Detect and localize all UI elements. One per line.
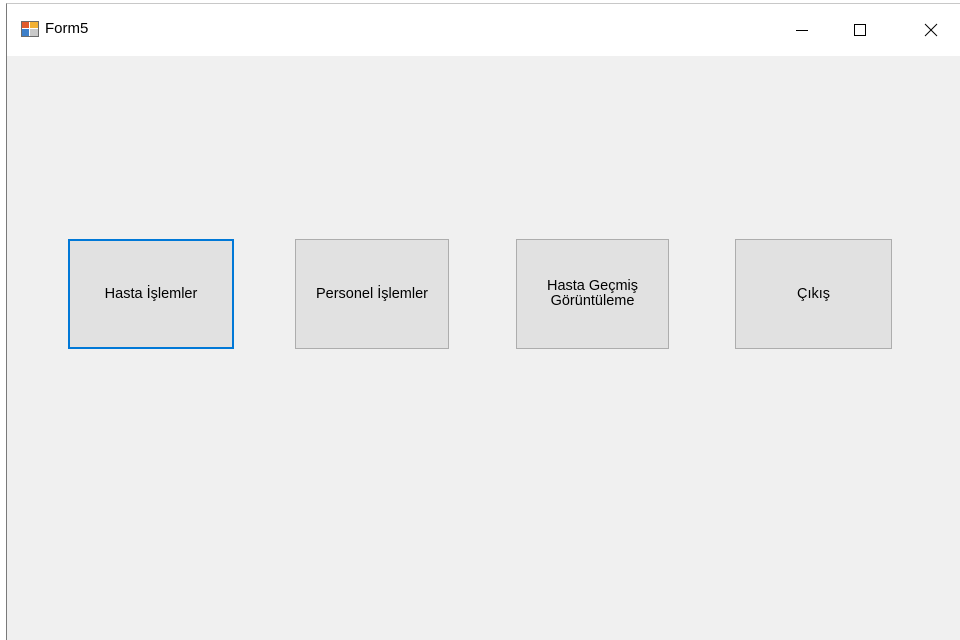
hasta-islemler-button[interactable]: Hasta İşlemler — [68, 239, 234, 349]
cikis-button[interactable]: Çıkış — [735, 239, 892, 349]
app-icon — [21, 21, 39, 37]
window-title: Form5 — [45, 20, 89, 37]
minimize-button[interactable] — [773, 4, 831, 56]
personel-islemler-button[interactable]: Personel İşlemler — [295, 239, 449, 349]
maximize-button[interactable] — [831, 4, 889, 56]
minimize-icon — [796, 30, 808, 31]
form-window: Form5 Hasta İşlemler Personel İşlemler H… — [6, 3, 960, 640]
close-icon — [924, 23, 938, 37]
maximize-icon — [854, 24, 866, 36]
title-bar[interactable]: Form5 — [7, 4, 960, 56]
close-button[interactable] — [902, 4, 960, 56]
hasta-gecmis-goruntuleme-button[interactable]: Hasta Geçmiş Görüntüleme — [516, 239, 669, 349]
